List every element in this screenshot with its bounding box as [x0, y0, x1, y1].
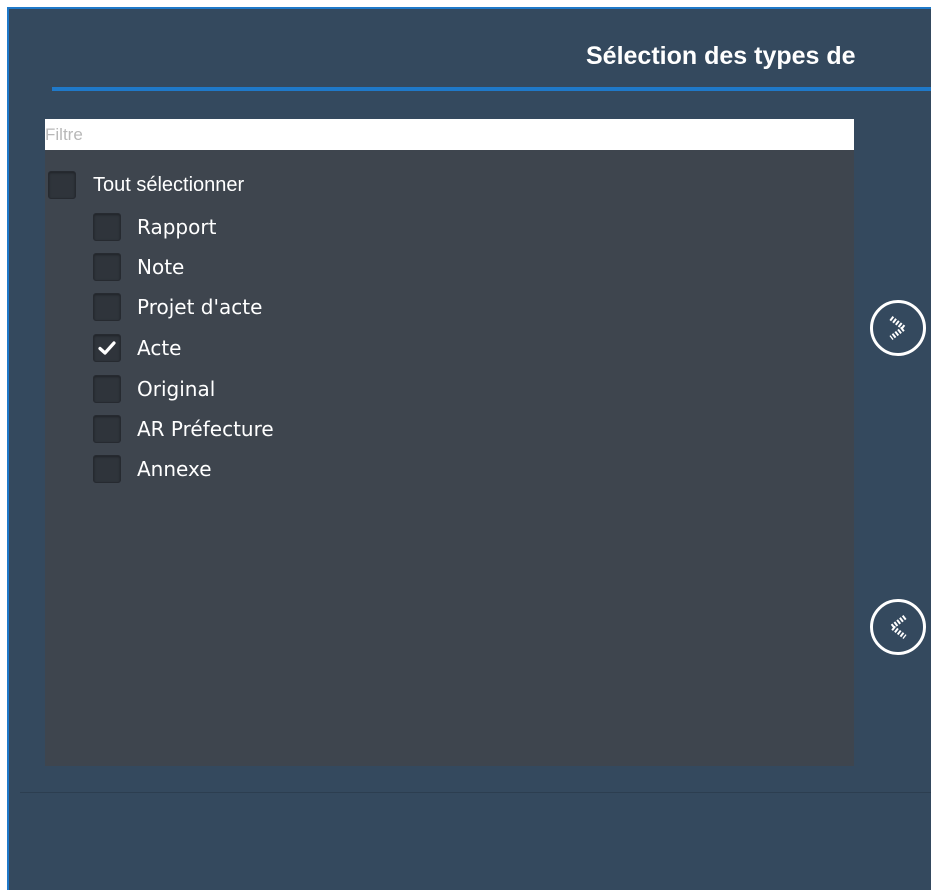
dialog-title: Sélection des types de [586, 42, 856, 70]
list-item-ar-prefecture[interactable]: AR Préfecture [93, 411, 274, 447]
item-checkbox[interactable] [93, 375, 121, 403]
item-label: Projet d'acte [137, 295, 263, 319]
item-checkbox-checked[interactable] [93, 334, 121, 362]
item-checkbox[interactable] [93, 455, 121, 483]
item-label: Annexe [137, 457, 212, 481]
remove-selected-button[interactable] [870, 599, 926, 655]
type-list: Tout sélectionner Rapport Note Projet d'… [45, 150, 854, 766]
item-checkbox[interactable] [93, 213, 121, 241]
item-label: Acte [137, 336, 182, 360]
list-item-acte[interactable]: Acte [93, 330, 181, 366]
list-item-original[interactable]: Original [93, 371, 215, 407]
item-checkbox[interactable] [93, 293, 121, 321]
item-checkbox[interactable] [93, 253, 121, 281]
checkmark-icon [98, 341, 116, 355]
title-underline [52, 87, 931, 91]
select-all-row[interactable]: Tout sélectionner [48, 167, 244, 203]
filter-input[interactable] [45, 119, 854, 150]
list-item-projet-acte[interactable]: Projet d'acte [93, 289, 262, 325]
chevron-right-icon [889, 316, 909, 340]
item-checkbox[interactable] [93, 415, 121, 443]
list-item-note[interactable]: Note [93, 249, 184, 285]
selection-dialog: Sélection des types de Tout sélectionner… [7, 7, 931, 890]
item-label: Original [137, 377, 216, 401]
add-selected-button[interactable] [870, 300, 926, 356]
item-label: Rapport [137, 215, 217, 239]
select-all-label: Tout sélectionner [93, 173, 245, 196]
item-label: AR Préfecture [137, 417, 274, 441]
select-all-checkbox[interactable] [48, 171, 76, 199]
item-label: Note [137, 255, 185, 279]
footer-divider [20, 792, 931, 793]
chevron-left-icon [887, 615, 907, 639]
list-item-rapport[interactable]: Rapport [93, 209, 216, 245]
list-item-annexe[interactable]: Annexe [93, 451, 212, 487]
